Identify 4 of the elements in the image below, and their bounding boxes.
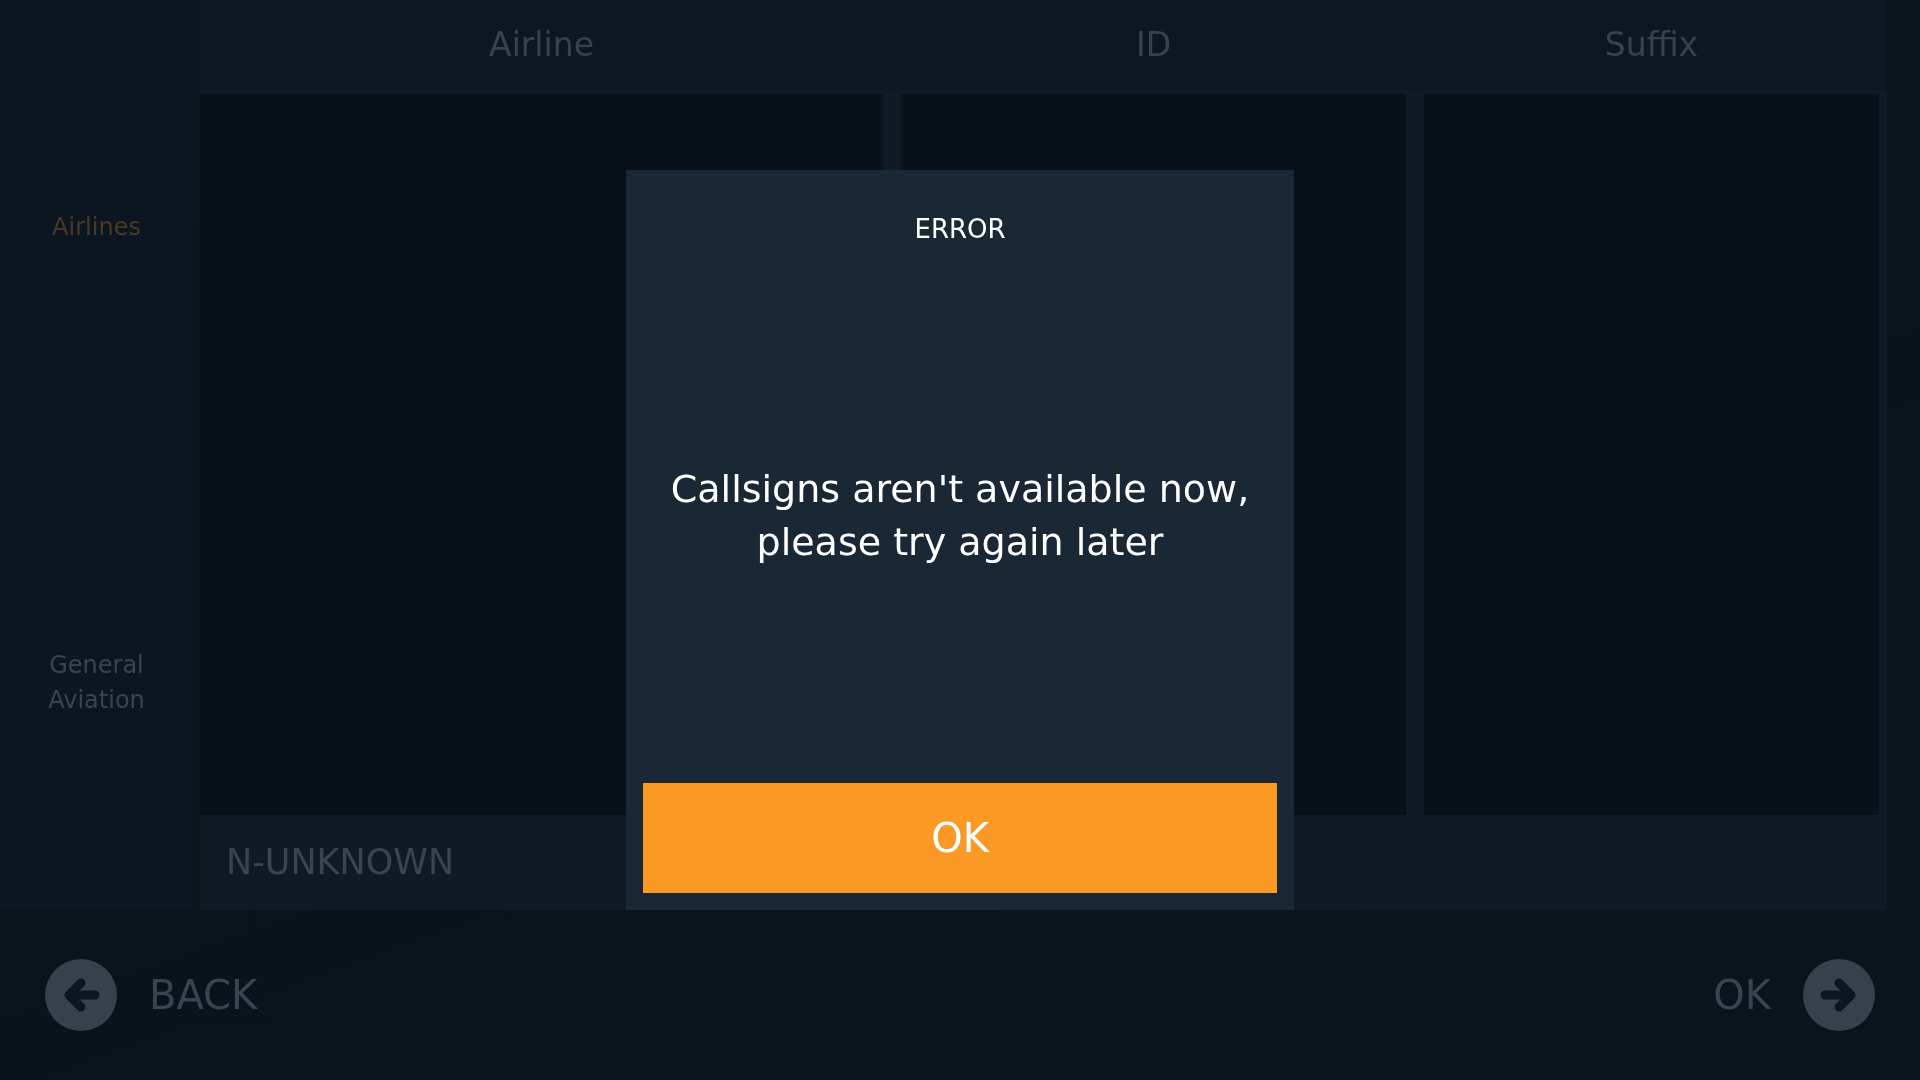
ok-button[interactable]: OK xyxy=(643,783,1277,893)
error-message: Callsigns aren't available now, please try again later xyxy=(670,465,1250,566)
sidebar-item[interactable]: Airlines xyxy=(52,210,141,245)
dialog-title: ERROR xyxy=(914,213,1006,246)
